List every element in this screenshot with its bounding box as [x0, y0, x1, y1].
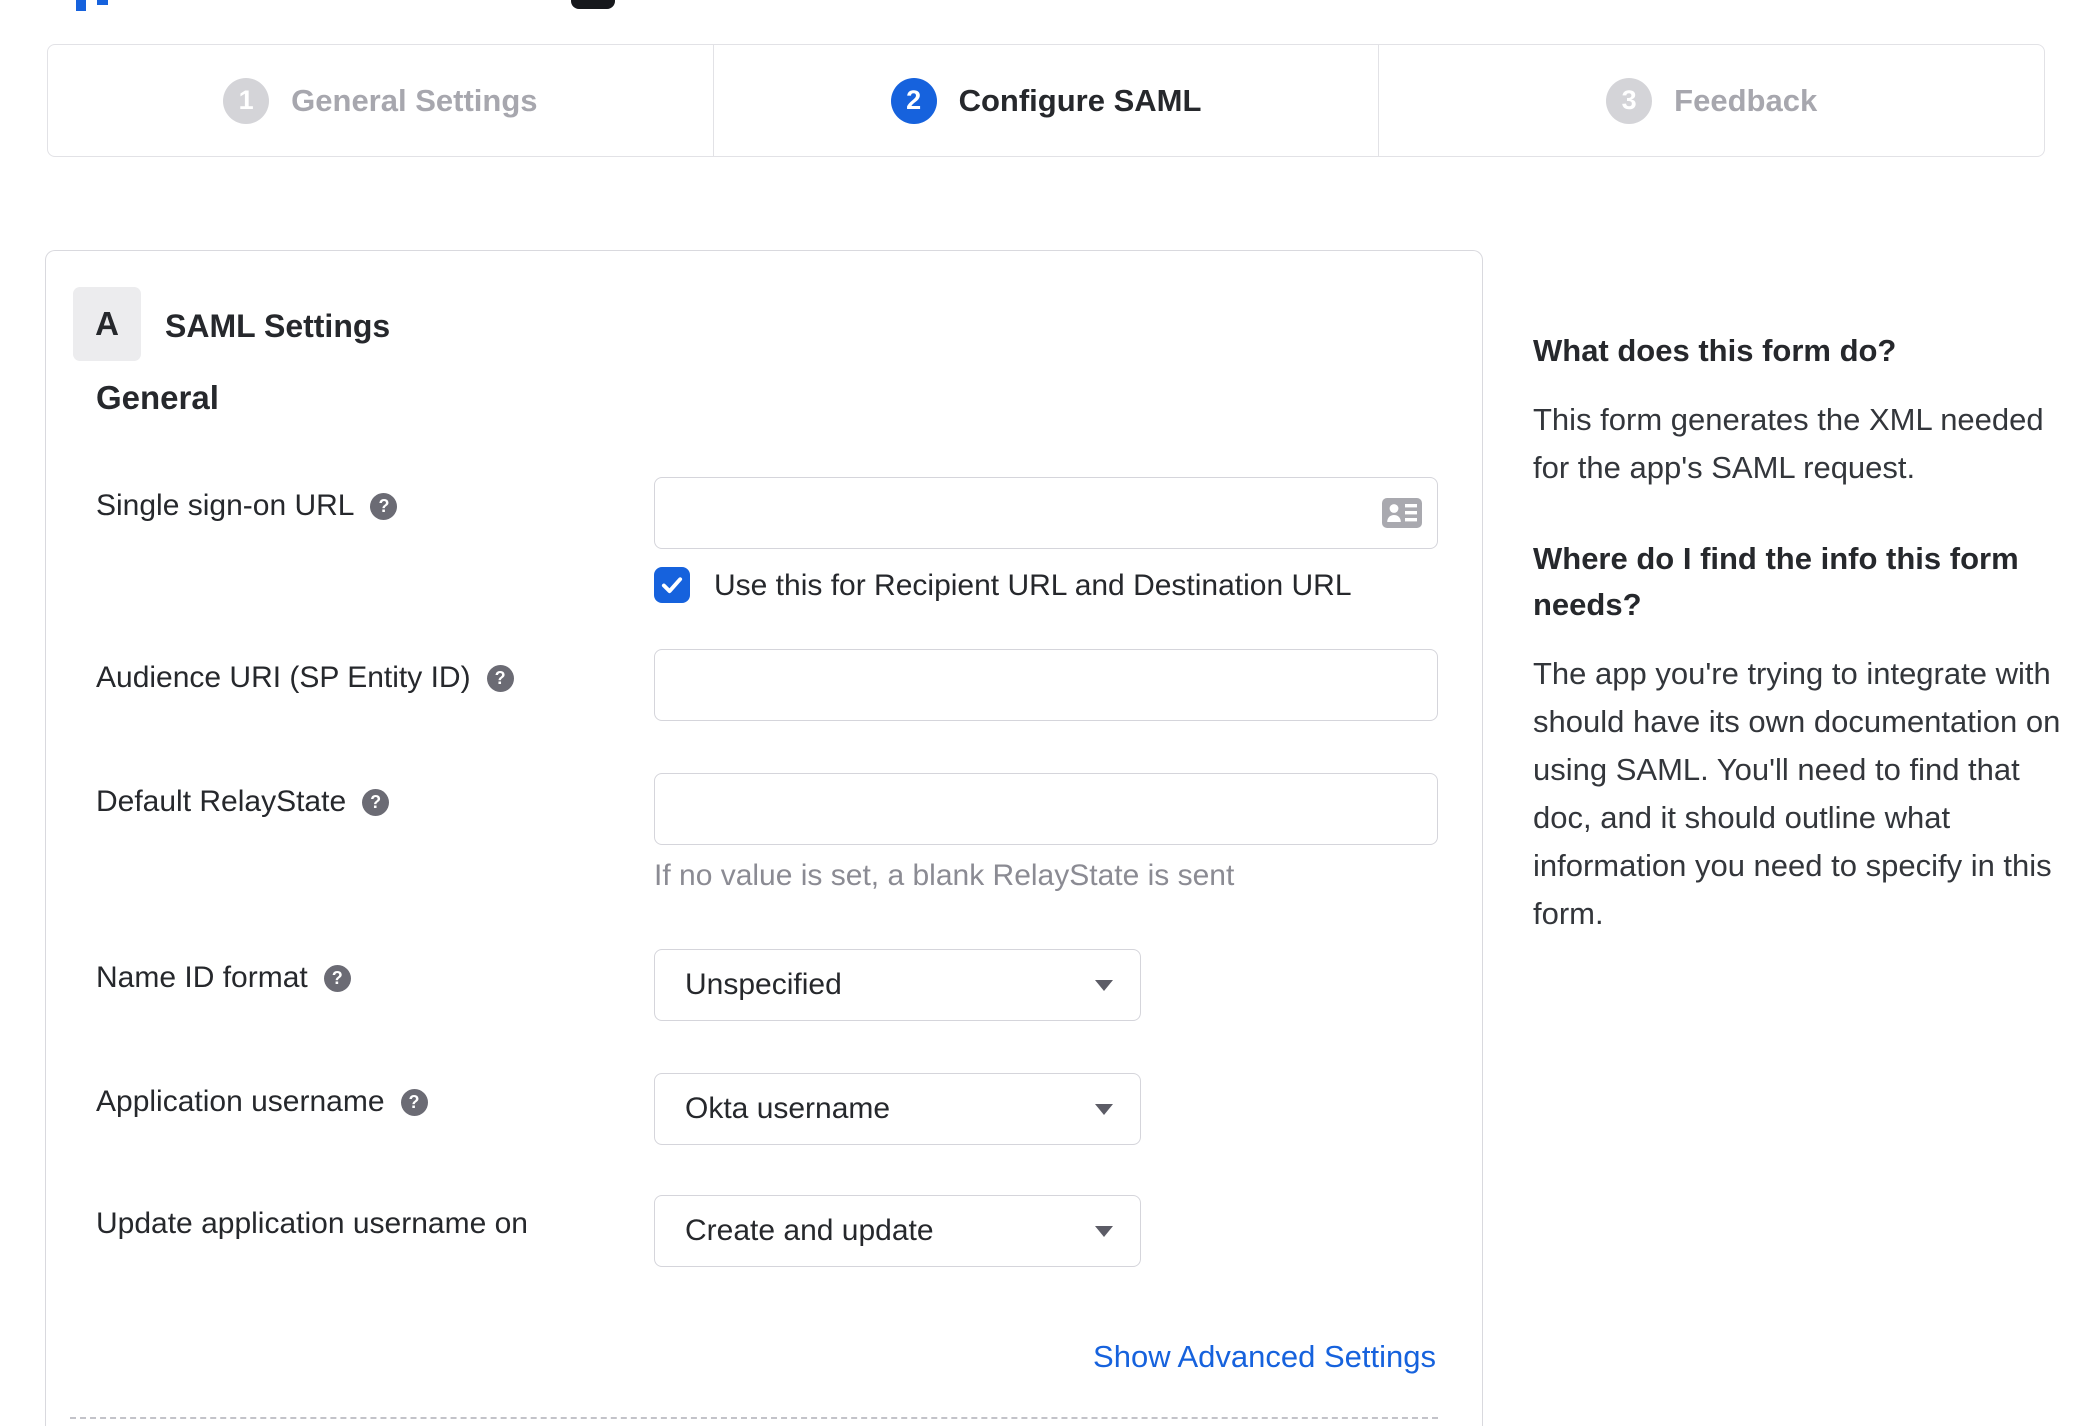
step-label: Configure SAML: [958, 82, 1202, 118]
section-a-badge: A: [73, 287, 141, 361]
chevron-down-icon: [1095, 1103, 1113, 1115]
help-heading-where: Where do I find the info this form needs…: [1533, 541, 2019, 622]
single-sign-on-url-input[interactable]: [654, 477, 1438, 549]
step-label: Feedback: [1674, 82, 1818, 118]
step-configure-saml[interactable]: 2 Configure SAML: [712, 45, 1379, 156]
recipient-url-checkbox-label[interactable]: Use this for Recipient URL and Destinati…: [714, 569, 1352, 603]
wizard-stepper: 1 General Settings 2 Configure SAML 3 Fe…: [47, 44, 2045, 157]
field-label-text: Update application username on: [96, 1207, 528, 1240]
step-label: General Settings: [291, 82, 538, 118]
field-label-default-relaystate: Default RelayState ?: [96, 785, 390, 819]
step-number-badge: 3: [1606, 77, 1653, 124]
help-paragraph-what: This form generates the XML needed for t…: [1533, 402, 2044, 485]
help-sidebar: What does this form do? This form genera…: [1533, 328, 2061, 982]
field-label-single-sign-on-url: Single sign-on URL ?: [96, 489, 398, 523]
help-icon[interactable]: ?: [400, 1088, 428, 1116]
show-advanced-settings-link[interactable]: Show Advanced Settings: [1093, 1339, 1436, 1375]
checkmark-icon: [661, 577, 683, 594]
contact-card-icon: [1382, 498, 1422, 528]
field-label-name-id-format: Name ID format ?: [96, 961, 351, 995]
field-label-text: Default RelayState: [96, 785, 347, 818]
step-general-settings[interactable]: 1 General Settings: [48, 45, 713, 156]
relaystate-hint: If no value is set, a blank RelayState i…: [654, 859, 1235, 892]
saml-settings-panel: A SAML Settings General Single sign-on U…: [45, 250, 1483, 1426]
application-username-select[interactable]: Okta username: [654, 1073, 1141, 1145]
help-paragraph-where: The app you're trying to integrate with …: [1533, 656, 2061, 931]
step-number-badge: 1: [223, 77, 270, 124]
select-value: Okta username: [685, 1092, 891, 1125]
chevron-down-icon: [1095, 979, 1113, 991]
help-icon[interactable]: ?: [370, 492, 398, 520]
field-label-text: Audience URI (SP Entity ID): [96, 661, 471, 694]
cropped-header-fragment: [76, 0, 86, 11]
section-dashed-divider: [70, 1417, 1438, 1419]
name-id-format-select[interactable]: Unspecified: [654, 949, 1141, 1021]
select-value: Unspecified: [685, 968, 842, 1001]
field-label-text: Single sign-on URL: [96, 489, 355, 522]
field-label-text: Name ID format: [96, 961, 308, 994]
field-label-update-app-username: Update application username on: [96, 1207, 528, 1241]
select-value: Create and update: [685, 1214, 934, 1247]
audience-uri-input[interactable]: [654, 649, 1438, 721]
default-relaystate-input[interactable]: [654, 773, 1438, 845]
field-label-text: Application username: [96, 1085, 385, 1118]
step-feedback[interactable]: 3 Feedback: [1378, 45, 2044, 156]
cropped-header-fragment: [571, 0, 615, 9]
recipient-url-checkbox[interactable]: [654, 567, 690, 603]
section-title: SAML Settings: [165, 308, 391, 344]
field-label-audience-uri: Audience URI (SP Entity ID) ?: [96, 661, 514, 695]
help-icon[interactable]: ?: [486, 664, 514, 692]
step-number-badge: 2: [890, 77, 937, 124]
help-icon[interactable]: ?: [323, 964, 351, 992]
field-label-application-username: Application username ?: [96, 1085, 428, 1119]
help-icon[interactable]: ?: [362, 788, 390, 816]
cropped-header-fragment: [97, 0, 108, 5]
update-app-username-select[interactable]: Create and update: [654, 1195, 1141, 1267]
chevron-down-icon: [1095, 1225, 1113, 1237]
help-heading-what: What does this form do?: [1533, 333, 1897, 368]
subsection-title-general: General: [96, 379, 219, 416]
